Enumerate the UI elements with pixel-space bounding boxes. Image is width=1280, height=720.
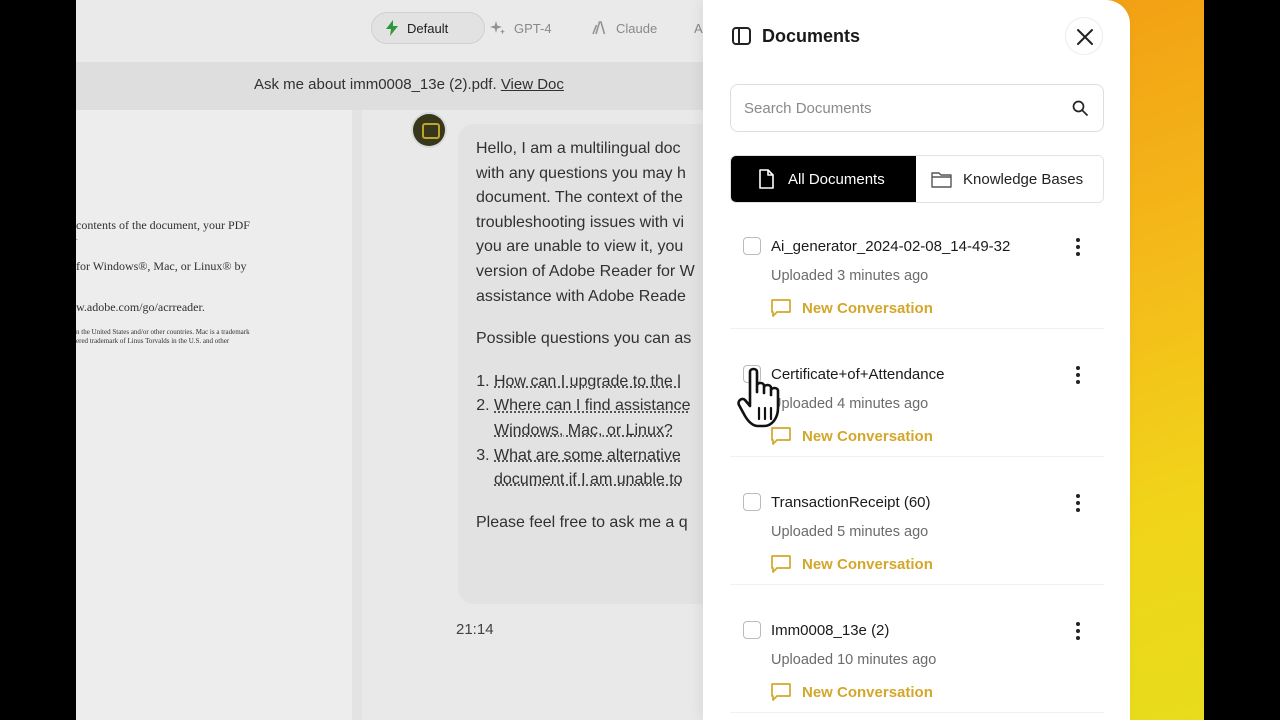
tab-all-documents[interactable]: All Documents [731, 156, 916, 202]
document-item[interactable]: Ai_generator_2024-02-08_14-49-32 Uploade… [730, 225, 1104, 329]
new-conversation-button[interactable]: New Conversation [771, 297, 933, 319]
document-upload-time: Uploaded 10 minutes ago [771, 652, 937, 668]
new-conversation-label: New Conversation [802, 683, 933, 701]
document-name: Ai_generator_2024-02-08_14-49-32 [771, 238, 1011, 255]
tab-knowledge-bases[interactable]: Knowledge Bases [917, 156, 1103, 202]
chat-bubble-icon [771, 555, 791, 573]
document-upload-time: Uploaded 5 minutes ago [771, 524, 929, 540]
new-conversation-label: New Conversation [802, 555, 933, 573]
hand-pointer-cursor-icon [737, 367, 780, 428]
tab-label: All Documents [788, 170, 885, 188]
search-icon[interactable] [1072, 100, 1088, 116]
documents-drawer: Documents All Documents Knowledge Bases … [703, 0, 1130, 720]
sidebar-panel-icon [732, 27, 751, 45]
new-conversation-button[interactable]: New Conversation [771, 425, 933, 447]
document-checkbox[interactable] [743, 237, 761, 255]
drawer-header: Documents [703, 0, 1130, 72]
document-item[interactable]: TransactionReceipt (60) Uploaded 5 minut… [730, 481, 1104, 585]
more-options-icon[interactable] [1069, 235, 1087, 259]
more-options-icon[interactable] [1069, 619, 1087, 643]
folder-icon [931, 171, 952, 188]
close-icon [1077, 29, 1093, 45]
document-item[interactable]: Imm0008_13e (2) Uploaded 10 minutes ago … [730, 609, 1104, 713]
search-box [730, 84, 1104, 132]
screen: Default GPT-4 Claude A Ask me about imm0… [0, 0, 1280, 720]
document-name: TransactionReceipt (60) [771, 494, 931, 511]
document-icon [759, 169, 774, 189]
more-options-icon[interactable] [1069, 491, 1087, 515]
document-tabs: All Documents Knowledge Bases [730, 155, 1104, 203]
new-conversation-button[interactable]: New Conversation [771, 681, 933, 703]
document-name: Certificate+of+Attendance [771, 366, 945, 383]
search-input[interactable] [744, 85, 1064, 131]
tab-label: Knowledge Bases [963, 170, 1084, 188]
document-upload-time: Uploaded 3 minutes ago [771, 268, 929, 284]
new-conversation-button[interactable]: New Conversation [771, 553, 933, 575]
document-checkbox[interactable] [743, 493, 761, 511]
new-conversation-label: New Conversation [802, 299, 933, 317]
document-upload-time: Uploaded 4 minutes ago [771, 396, 929, 412]
document-checkbox[interactable] [743, 621, 761, 639]
new-conversation-label: New Conversation [802, 427, 933, 445]
chat-bubble-icon [771, 683, 791, 701]
close-button[interactable] [1065, 17, 1103, 55]
more-options-icon[interactable] [1069, 363, 1087, 387]
drawer-title: Documents [762, 26, 861, 46]
document-name: Imm0008_13e (2) [771, 622, 890, 639]
chat-bubble-icon [771, 299, 791, 317]
